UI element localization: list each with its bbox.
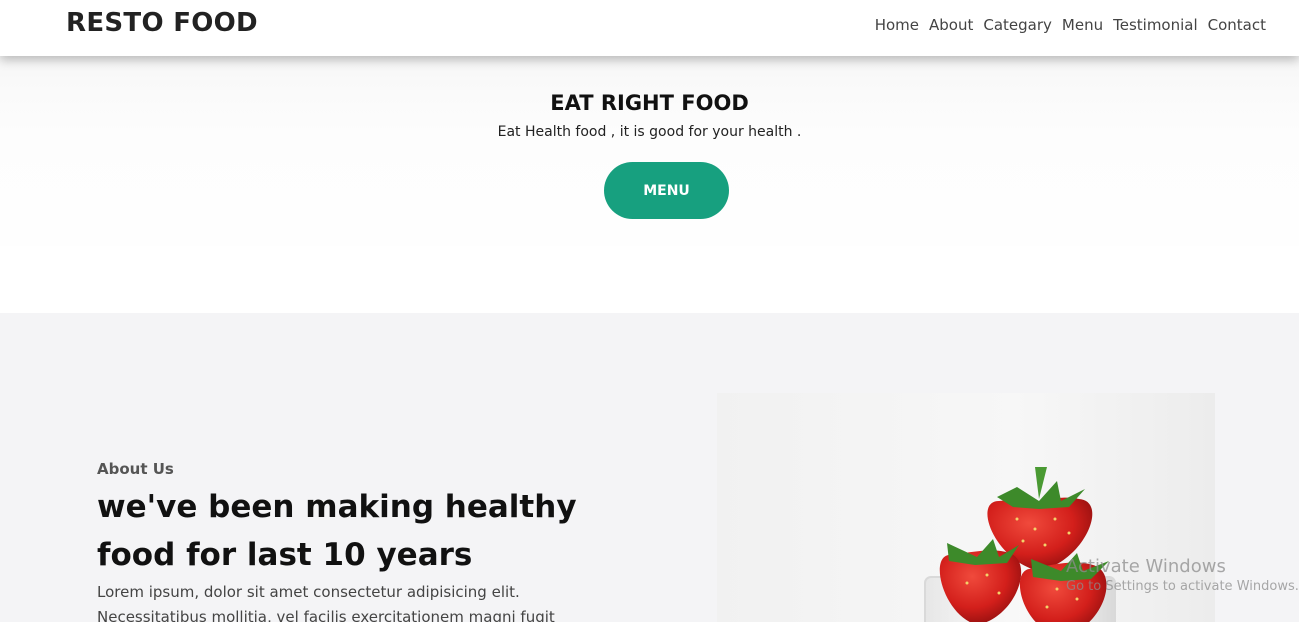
navbar: RESTO FOOD Home About Categary Menu Test…: [0, 0, 1299, 56]
menu-button[interactable]: MENU: [604, 162, 729, 219]
activate-windows-watermark: Activate Windows Go to Settings to activ…: [1066, 556, 1299, 594]
watermark-subtitle: Go to Settings to activate Windows.: [1066, 579, 1299, 594]
watermark-title: Activate Windows: [1066, 556, 1226, 577]
hero-section: EAT RIGHT FOOD Eat Health food , it is g…: [0, 56, 1299, 246]
nav-links: Home About Categary Menu Testimonial Con…: [875, 16, 1266, 34]
nav-testimonial-link[interactable]: Testimonial: [1113, 16, 1198, 34]
brand-logo[interactable]: RESTO FOOD: [66, 8, 258, 38]
hero-title: EAT RIGHT FOOD: [550, 91, 749, 115]
nav-category-link[interactable]: Categary: [983, 16, 1052, 34]
hero-subtitle: Eat Health food , it is good for your he…: [497, 124, 802, 140]
nav-menu-link[interactable]: Menu: [1062, 16, 1103, 34]
about-label: About Us: [97, 460, 174, 478]
about-text: Lorem ipsum, dolor sit amet consectetur …: [97, 583, 555, 622]
nav-home-link[interactable]: Home: [875, 16, 919, 34]
about-heading: we've been making healthy food for last …: [97, 489, 577, 573]
nav-contact-link[interactable]: Contact: [1208, 16, 1266, 34]
nav-about-link[interactable]: About: [929, 16, 973, 34]
